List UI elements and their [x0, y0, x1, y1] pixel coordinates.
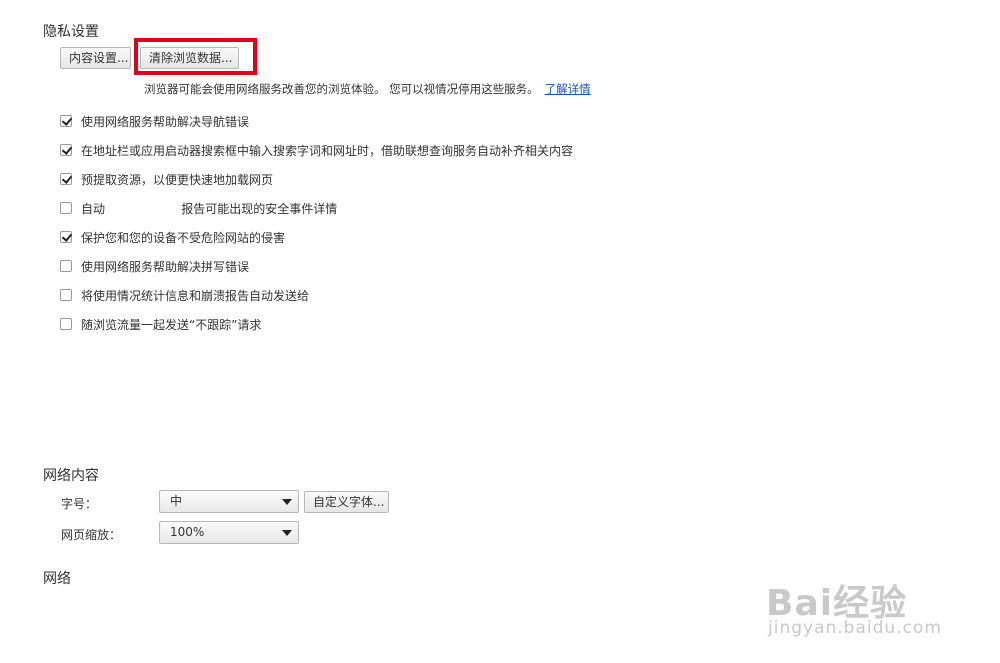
privacy-note: 浏览器可能会使用网络服务改善您的浏览体验。 您可以视情况停用这些服务。 了解详情: [144, 81, 591, 97]
learn-more-link[interactable]: 了解详情: [545, 82, 591, 96]
zoom-select[interactable]: 100%: [159, 521, 299, 544]
privacy-option-label: 使用网络服务帮助解决拼写错误: [81, 259, 250, 274]
privacy-option-label: 在地址栏或应用启动器搜索框中输入搜索字词和网址时，借助联想查询服务自动补齐相关内…: [81, 143, 574, 158]
zoom-label: 网页缩放：: [61, 528, 122, 542]
privacy-option-row[interactable]: 预提取资源，以便更快速地加载网页: [60, 170, 273, 188]
privacy-option-row[interactable]: 使用网络服务帮助解决导航错误: [60, 112, 249, 130]
zoom-value: 100%: [170, 525, 205, 539]
privacy-option-checkbox[interactable]: [60, 318, 72, 330]
privacy-option-checkbox[interactable]: [60, 260, 72, 272]
privacy-option-row[interactable]: 随浏览流量一起发送“不跟踪”请求: [60, 315, 261, 333]
privacy-option-label: 将使用情况统计信息和崩溃报告自动发送给: [81, 288, 310, 303]
font-size-label: 字号：: [61, 497, 98, 511]
privacy-option-checkbox[interactable]: [60, 144, 72, 156]
chevron-down-icon: [282, 499, 292, 505]
custom-fonts-button[interactable]: 自定义字体...: [304, 491, 389, 513]
privacy-option-row[interactable]: 自动 报告可能出现的安全事件详情: [60, 199, 337, 217]
privacy-option-row[interactable]: 在地址栏或应用启动器搜索框中输入搜索字词和网址时，借助联想查询服务自动补齐相关内…: [60, 141, 573, 159]
chevron-down-icon: [282, 530, 292, 536]
privacy-option-checkbox[interactable]: [60, 202, 72, 214]
web-content-section-title: 网络内容: [43, 468, 99, 484]
privacy-option-checkbox[interactable]: [60, 115, 72, 127]
privacy-note-text: 浏览器可能会使用网络服务改善您的浏览体验。 您可以视情况停用这些服务。: [144, 82, 539, 96]
privacy-option-row[interactable]: 将使用情况统计信息和崩溃报告自动发送给: [60, 286, 309, 304]
content-settings-button[interactable]: 内容设置...: [60, 47, 131, 69]
privacy-option-label: 随浏览流量一起发送“不跟踪”请求: [81, 317, 262, 332]
highlight-annotation: [134, 38, 257, 75]
network-section-title: 网络: [43, 571, 71, 587]
privacy-option-label: 使用网络服务帮助解决导航错误: [81, 114, 250, 129]
privacy-option-label: 保护您和您的设备不受危险网站的侵害: [81, 230, 286, 245]
privacy-option-row[interactable]: 保护您和您的设备不受危险网站的侵害: [60, 228, 285, 246]
privacy-option-checkbox[interactable]: [60, 173, 72, 185]
baidu-watermark-url: jingyan.baidu.com: [768, 618, 942, 638]
font-size-select[interactable]: 中: [159, 490, 299, 513]
privacy-option-label: 自动 报告可能出现的安全事件详情: [81, 201, 338, 216]
privacy-option-row[interactable]: 使用网络服务帮助解决拼写错误: [60, 257, 249, 275]
privacy-section-title: 隐私设置: [43, 24, 99, 40]
privacy-option-label: 预提取资源，以便更快速地加载网页: [81, 172, 274, 187]
font-size-value: 中: [170, 494, 183, 508]
privacy-option-checkbox[interactable]: [60, 231, 72, 243]
privacy-option-checkbox[interactable]: [60, 289, 72, 301]
